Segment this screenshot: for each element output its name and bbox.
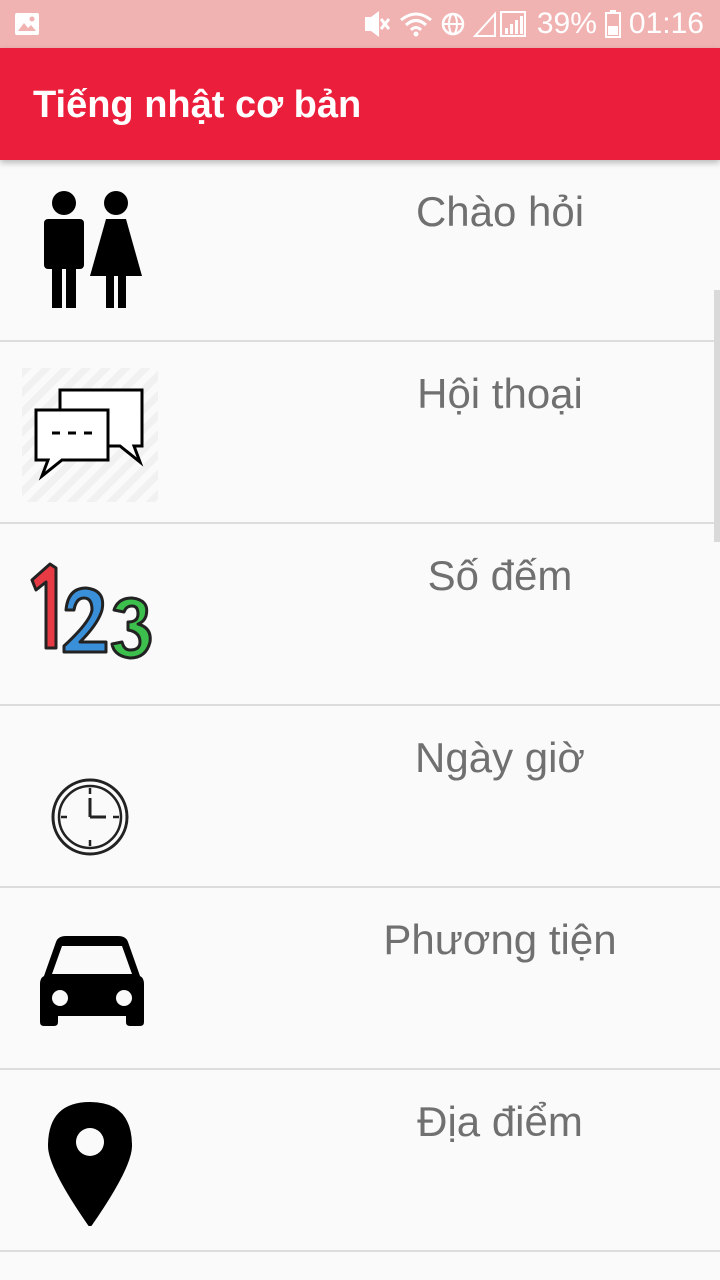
list-item-numbers[interactable]: Số đếm	[0, 524, 720, 706]
app-bar: Tiếng nhật cơ bản	[0, 48, 720, 160]
scrollbar[interactable]	[714, 290, 720, 542]
topic-list: Chào hỏi Hội thoại Số đếm Ngày giờ Phươn…	[0, 160, 720, 1252]
data-globe-icon	[441, 12, 465, 36]
list-item-label: Chào hỏi	[415, 188, 585, 235]
list-item-label: Hội thoại	[417, 370, 583, 417]
list-item-conversation[interactable]: Hội thoại	[0, 342, 720, 524]
battery-percent: 39%	[536, 7, 597, 40]
signal-icon	[472, 10, 529, 38]
list-item-places[interactable]: Địa điểm	[0, 1070, 720, 1252]
list-item-date-time[interactable]: Ngày giờ	[0, 706, 720, 888]
list-item-label: Địa điểm	[417, 1098, 583, 1145]
status-bar: 39% 01:16	[0, 0, 720, 48]
battery-icon	[604, 10, 621, 38]
list-item-transport[interactable]: Phương tiện	[0, 888, 720, 1070]
numbers-123-icon	[22, 550, 162, 680]
list-item-label: Phương tiện	[383, 916, 617, 963]
clock-icon	[22, 732, 162, 862]
clock-time: 01:16	[628, 7, 704, 40]
image-notification-icon	[14, 12, 40, 41]
app-title: Tiếng nhật cơ bản	[33, 84, 362, 126]
conversation-icon	[22, 368, 162, 502]
list-item-greetings[interactable]: Chào hỏi	[0, 160, 720, 342]
list-item-label: Ngày giờ	[415, 734, 585, 781]
location-pin-icon	[22, 1096, 162, 1226]
people-icon	[22, 186, 162, 316]
car-icon	[22, 914, 162, 1044]
mute-icon	[361, 9, 391, 39]
list-item-label: Số đếm	[427, 552, 573, 599]
wifi-icon	[399, 10, 433, 38]
